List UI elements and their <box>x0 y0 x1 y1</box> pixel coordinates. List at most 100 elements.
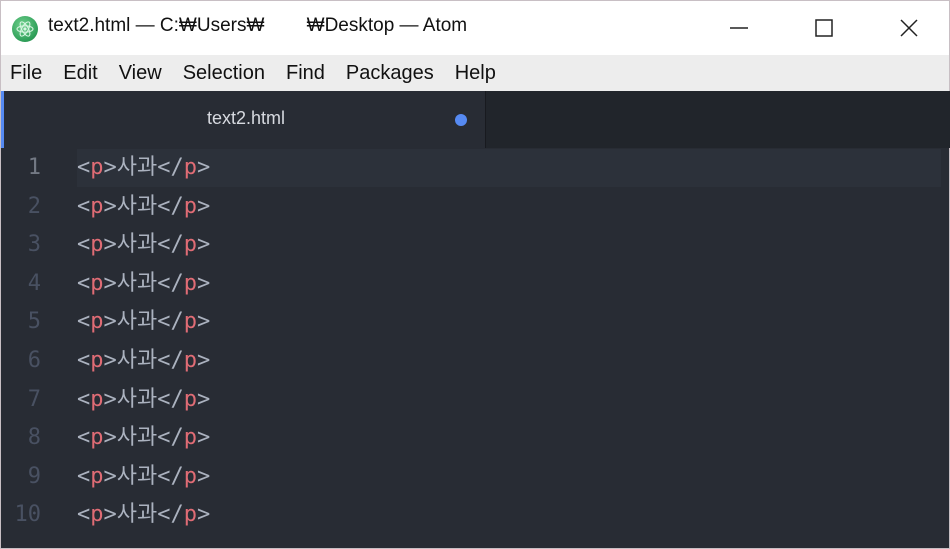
tag-name: p <box>90 270 104 296</box>
tag-bracket: > <box>103 155 117 180</box>
code-content: <p>사과</p> <box>77 265 941 303</box>
tag-bracket: > <box>196 425 211 451</box>
code-content: <p>사과</p> <box>77 149 941 187</box>
menu-packages[interactable]: Packages <box>336 62 445 85</box>
menu-file[interactable]: File <box>1 62 53 85</box>
tag-name: p <box>183 193 197 219</box>
tag-bracket: > <box>103 425 117 451</box>
tag-bracket: </ <box>157 193 184 219</box>
code-content: <p>사과</p> <box>77 303 941 341</box>
tag-bracket: > <box>196 309 211 335</box>
text-content: 사과 <box>116 232 158 258</box>
text-content: 사과 <box>116 463 158 489</box>
tag-bracket: > <box>103 232 117 258</box>
code-line[interactable]: 8 <p>사과</p> <box>1 419 949 457</box>
code-line[interactable]: 10 <p>사과</p> <box>1 496 949 534</box>
tag-bracket: < <box>77 502 91 528</box>
line-number: 7 <box>27 386 41 412</box>
text-content: 사과 <box>116 193 158 219</box>
line-number: 10 <box>14 502 42 528</box>
maximize-button[interactable] <box>796 1 852 55</box>
code-line[interactable]: 9 <p>사과</p> <box>1 458 949 496</box>
tag-name: p <box>90 232 104 258</box>
line-number: 2 <box>27 193 41 219</box>
tag-bracket: > <box>196 270 211 296</box>
menu-edit[interactable]: Edit <box>53 62 108 85</box>
tag-name: p <box>90 463 104 489</box>
tag-name: p <box>183 309 197 335</box>
tag-bracket: </ <box>157 502 184 528</box>
line-number: 6 <box>27 348 41 373</box>
code-editor[interactable]: 1 <p>사과</p> 2 <p>사과</p> 3 <p>사과</p> 4 <p>사과</p>… <box>1 148 949 548</box>
tag-bracket: </ <box>157 309 184 335</box>
tag-name: p <box>90 193 104 219</box>
tag-bracket: < <box>77 425 91 451</box>
tag-bracket: < <box>77 270 91 296</box>
code-line[interactable]: 4 <p>사과</p> <box>1 265 949 303</box>
line-number: 3 <box>27 232 41 258</box>
code-line[interactable]: 6 <p>사과</p> <box>1 342 949 380</box>
tag-name: p <box>183 155 197 180</box>
menu-view[interactable]: View <box>109 62 173 85</box>
tag-bracket: > <box>196 193 211 219</box>
tag-bracket: > <box>103 348 117 373</box>
maximize-icon <box>815 19 833 37</box>
tag-name: p <box>90 155 104 180</box>
menu-bar: File Edit View Selection Find Packages H… <box>1 55 949 91</box>
code-content: <p>사과</p> <box>77 381 941 419</box>
atom-logo-icon <box>12 16 38 42</box>
code-line[interactable]: 3 <p>사과</p> <box>1 226 949 264</box>
tag-name: p <box>90 386 104 412</box>
tab-text2-html[interactable]: text2.html <box>1 91 485 148</box>
close-button[interactable] <box>881 1 937 55</box>
code-content: <p>사과</p> <box>77 226 941 264</box>
tab-title: text2.html <box>206 108 286 128</box>
tag-bracket: > <box>103 463 117 489</box>
text-content: 사과 <box>116 155 158 180</box>
tag-bracket: > <box>196 155 211 180</box>
tag-name: p <box>90 348 104 373</box>
tag-name: p <box>183 502 197 528</box>
tag-bracket: </ <box>157 270 184 296</box>
menu-find[interactable]: Find <box>276 62 336 85</box>
menu-selection[interactable]: Selection <box>173 62 276 85</box>
minimize-button[interactable] <box>711 1 767 55</box>
code-content: <p>사과</p> <box>77 419 941 457</box>
tag-name: p <box>183 270 197 296</box>
title-bar: text2.html — C:₩Users₩ ₩Desktop — Atom <box>1 1 949 55</box>
code-line[interactable]: 7 <p>사과</p> <box>1 381 949 419</box>
tag-bracket: < <box>77 193 91 219</box>
tag-bracket: > <box>196 502 211 528</box>
tag-bracket: > <box>103 386 117 412</box>
tag-bracket: > <box>196 463 211 489</box>
code-content: <p>사과</p> <box>77 458 941 496</box>
tag-bracket: < <box>77 463 91 489</box>
tag-bracket: < <box>77 309 91 335</box>
tag-bracket: < <box>77 386 91 412</box>
close-icon <box>900 19 918 37</box>
tag-name: p <box>183 463 197 489</box>
tag-bracket: </ <box>157 425 184 451</box>
tag-name: p <box>90 502 104 528</box>
code-content: <p>사과</p> <box>77 496 941 534</box>
code-line[interactable]: 1 <p>사과</p> <box>1 149 949 187</box>
line-number: 9 <box>27 463 41 489</box>
code-line[interactable]: 2 <p>사과</p> <box>1 188 949 226</box>
code-content: <p>사과</p> <box>77 188 941 226</box>
tag-bracket: < <box>77 232 91 258</box>
tag-name: p <box>183 232 197 258</box>
tag-name: p <box>183 386 197 412</box>
tag-bracket: > <box>196 232 211 258</box>
modified-indicator-icon[interactable] <box>455 114 467 126</box>
text-content: 사과 <box>116 309 158 335</box>
tag-bracket: </ <box>157 232 184 258</box>
code-line[interactable]: 5 <p>사과</p> <box>1 303 949 341</box>
window-title: text2.html — C:₩Users₩ ₩Desktop — Atom <box>48 15 468 36</box>
tab-bar-empty-area[interactable] <box>485 91 950 148</box>
tag-name: p <box>90 425 104 451</box>
tag-bracket: > <box>103 270 117 296</box>
tag-bracket: > <box>103 193 117 219</box>
tag-bracket: </ <box>157 463 184 489</box>
text-content: 사과 <box>116 348 158 373</box>
menu-help[interactable]: Help <box>445 62 507 85</box>
